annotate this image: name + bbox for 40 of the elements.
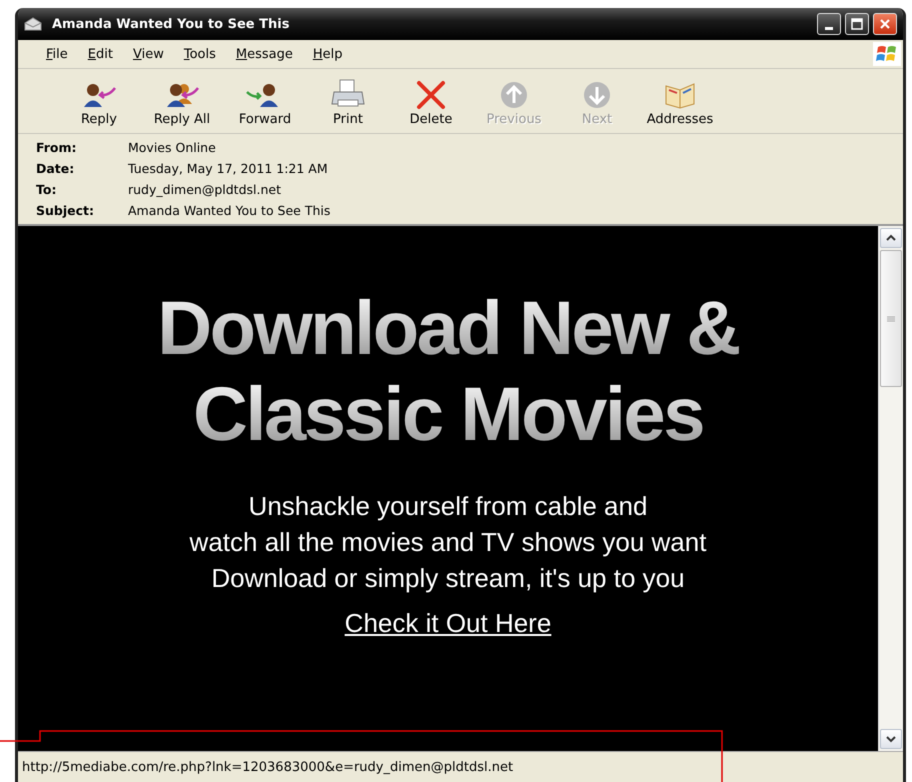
header-value: Movies Online	[128, 140, 216, 155]
body-text: Unshackle yourself from cable and	[248, 490, 648, 523]
windows-flag-icon	[873, 42, 901, 66]
header-label: Date:	[36, 161, 76, 176]
scroll-down-button[interactable]	[880, 729, 902, 749]
window-title: Amanda Wanted You to See This	[52, 16, 290, 32]
toolbar-button[interactable]: Delete	[388, 73, 474, 127]
toolbar-button[interactable]: Addresses	[637, 73, 723, 127]
menu-item[interactable]: Message	[236, 46, 293, 62]
menu-item[interactable]: Edit	[88, 46, 113, 62]
close-button[interactable]	[873, 13, 897, 35]
header-value: rudy_dimen@pldtdsl.net	[128, 182, 281, 197]
toolbar-button[interactable]: Print	[305, 73, 391, 127]
status-text: http://5mediabe.com/re.php?lnk=1203683000&e=rudy_dimen@pldtdsl.net	[22, 760, 514, 774]
header-value: Tuesday, May 17, 2011 1:21 AM	[128, 161, 328, 176]
menu-item[interactable]: Tools	[184, 46, 216, 62]
toolbar-button[interactable]: Reply	[56, 73, 142, 127]
toolbar-button[interactable]: Forward	[222, 73, 308, 127]
caret-down-icon	[885, 735, 897, 743]
scrollbar-thumb[interactable]	[880, 250, 902, 387]
close-icon	[879, 18, 891, 30]
body-text: watch all the movies and TV shows you want	[190, 526, 706, 559]
header-label: To:	[36, 182, 58, 197]
caret-up-icon	[885, 234, 897, 242]
minimize-icon	[825, 26, 833, 30]
header-label: Subject:	[36, 203, 95, 218]
maximize-button[interactable]	[845, 13, 869, 35]
menu-item[interactable]: File	[46, 46, 68, 62]
body-text: Download or simply stream, it's up to you	[211, 562, 685, 595]
envelope-icon	[24, 17, 42, 31]
minimize-button[interactable]	[817, 13, 841, 35]
check-it-out-link[interactable]: Check it Out Here	[344, 608, 552, 639]
menu-item[interactable]: View	[132, 46, 164, 62]
toolbar-button[interactable]: Reply All	[139, 73, 225, 127]
scroll-up-button[interactable]	[880, 228, 902, 248]
scrollbar[interactable]	[878, 226, 903, 751]
header-label: From:	[36, 140, 78, 155]
maximize-icon	[851, 18, 863, 30]
header-value: Amanda Wanted You to See This	[128, 203, 330, 218]
menu-item[interactable]: Help	[312, 46, 342, 62]
